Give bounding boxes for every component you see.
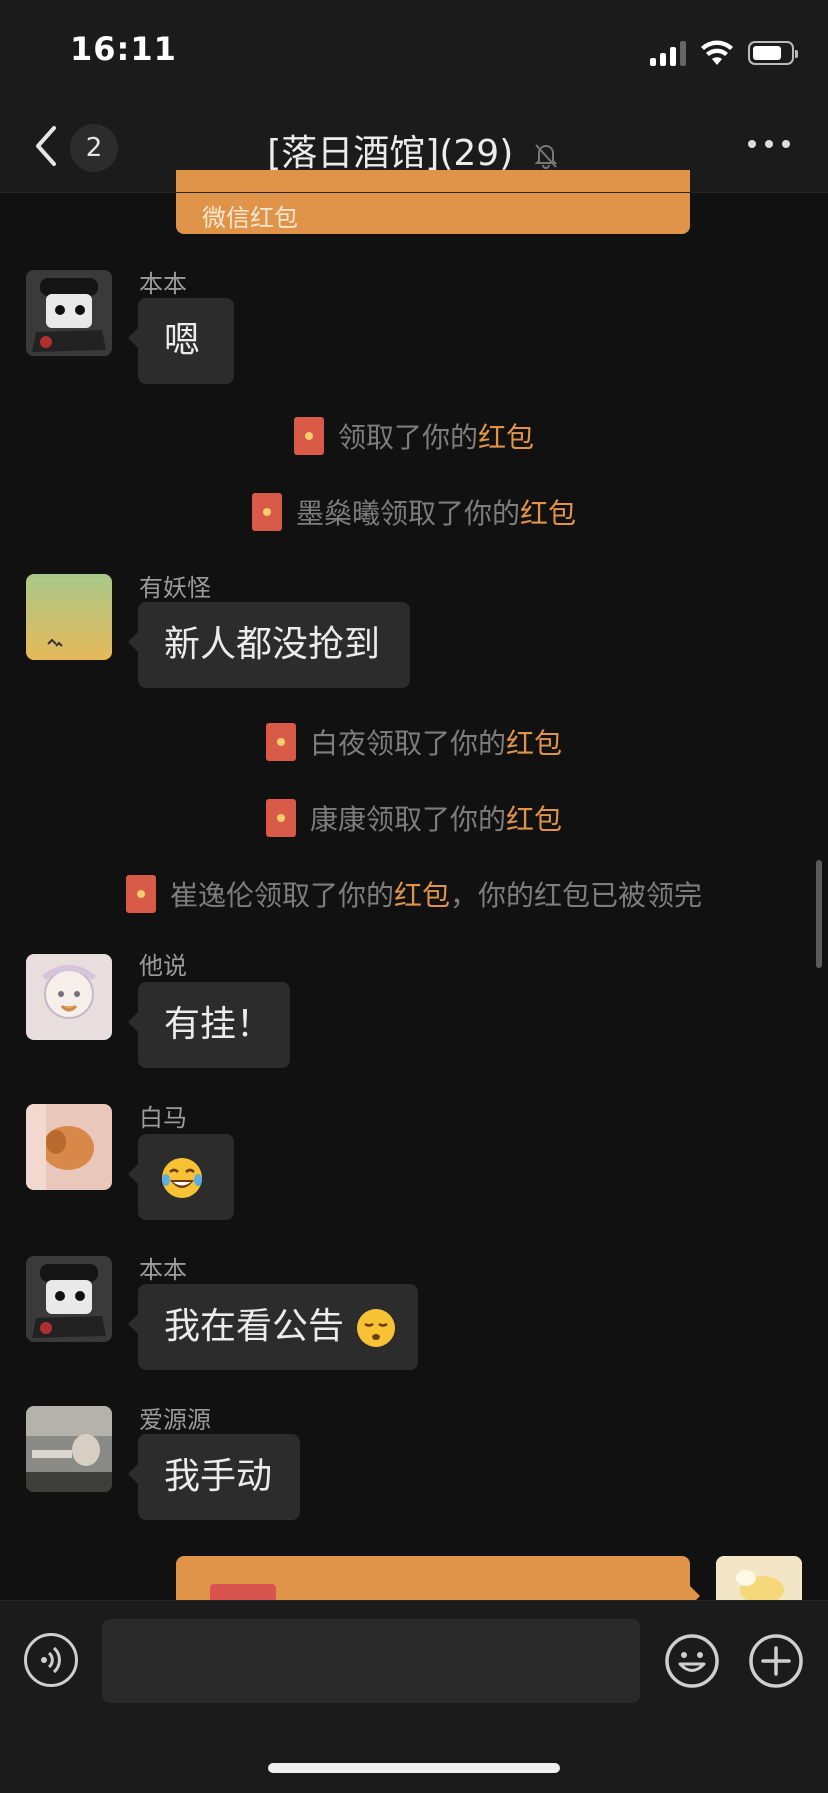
my-avatar[interactable] bbox=[716, 1556, 802, 1600]
red-packet-icon bbox=[293, 417, 324, 455]
chat-title: [落日酒馆](29) bbox=[0, 124, 828, 176]
emoji-button-icon[interactable] bbox=[664, 1633, 720, 1689]
system-notice: 墨燊曦领取了你的红包 bbox=[0, 492, 828, 534]
header-divider bbox=[0, 192, 828, 193]
sender-name: 本本 bbox=[139, 1256, 187, 1284]
red-packet-icon bbox=[265, 799, 296, 837]
mute-bell-icon bbox=[534, 144, 558, 169]
red-packet-link[interactable]: 红包 bbox=[478, 421, 534, 454]
sender-name: 本本 bbox=[139, 270, 187, 298]
message-bubble[interactable]: 嗯 bbox=[128, 298, 234, 384]
message-bubble[interactable] bbox=[128, 1134, 234, 1220]
red-packet-link[interactable]: 红包 bbox=[506, 803, 562, 836]
system-notice: 康康领取了你的红包 bbox=[0, 798, 828, 840]
scrollbar[interactable] bbox=[816, 860, 822, 968]
cellular-signal-icon bbox=[650, 40, 686, 66]
avatar-benben[interactable] bbox=[26, 1256, 112, 1342]
red-packet-link[interactable]: 红包 bbox=[506, 727, 562, 760]
shushing-face-emoji-icon bbox=[357, 1309, 396, 1347]
voice-icon bbox=[41, 1646, 61, 1674]
red-packet-card-top[interactable]: 微信红包 bbox=[176, 170, 690, 234]
avatar-benben[interactable] bbox=[26, 270, 112, 356]
red-packet-link[interactable]: 红包 bbox=[520, 497, 576, 530]
more-options-button[interactable] bbox=[748, 140, 790, 148]
message-input[interactable] bbox=[102, 1619, 640, 1703]
status-time: 16:11 bbox=[70, 30, 177, 68]
top-bar: 16:11 2 [落日酒馆](29) bbox=[0, 0, 828, 192]
avatar-tashuo[interactable] bbox=[26, 954, 112, 1040]
avatar-youyaoguai[interactable] bbox=[26, 574, 112, 660]
avatar-aiyuanyuan[interactable] bbox=[26, 1406, 112, 1492]
message-bubble[interactable]: 有挂！ bbox=[128, 982, 290, 1068]
input-bar bbox=[0, 1600, 828, 1793]
voice-input-button[interactable] bbox=[24, 1633, 78, 1687]
battery-icon bbox=[748, 41, 798, 65]
message-bubble[interactable]: 我在看公告 bbox=[128, 1284, 418, 1370]
crying-laughing-emoji-icon bbox=[162, 1158, 202, 1198]
message-bubble[interactable]: 新人都没抢到 bbox=[128, 602, 410, 688]
chat-title-text: [落日酒馆](29) bbox=[267, 133, 514, 174]
home-indicator bbox=[268, 1763, 560, 1773]
system-notice: 领取了你的红包 bbox=[0, 416, 828, 458]
message-bubble[interactable]: 我手动 bbox=[128, 1434, 300, 1520]
red-packet-icon bbox=[125, 875, 156, 913]
system-notice: 白夜领取了你的红包 bbox=[0, 722, 828, 764]
sender-name: 白马 bbox=[139, 1104, 187, 1132]
avatar-baima[interactable] bbox=[26, 1104, 112, 1190]
red-packet-icon bbox=[251, 493, 282, 531]
system-notice: 崔逸伦领取了你的红包，你的红包已被领完 bbox=[0, 874, 828, 916]
red-packet-icon bbox=[265, 723, 296, 761]
red-packet-card-mine[interactable] bbox=[176, 1556, 700, 1606]
red-packet-link[interactable]: 红包 bbox=[394, 879, 450, 912]
sender-name: 爱源源 bbox=[139, 1406, 211, 1434]
status-icons bbox=[650, 36, 798, 70]
sender-name: 有妖怪 bbox=[139, 574, 211, 602]
red-packet-label: 微信红包 bbox=[202, 204, 298, 232]
message-text: 我在看公告 bbox=[164, 1306, 345, 1347]
plus-button-icon[interactable] bbox=[748, 1633, 804, 1689]
sender-name: 他说 bbox=[139, 952, 187, 980]
wifi-icon bbox=[701, 40, 733, 65]
